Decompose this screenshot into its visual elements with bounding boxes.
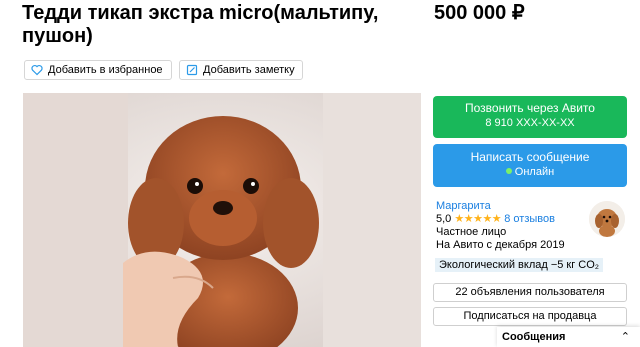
- seller-rating-row: 5,0 ★★★★★ 8 отзывов: [436, 213, 586, 226]
- add-note-label: Добавить заметку: [203, 64, 295, 76]
- eco-contribution-badge[interactable]: Экологический вклад −5 кг CO₂: [435, 258, 604, 272]
- add-to-favorites-button[interactable]: Добавить в избранное: [24, 60, 172, 80]
- star-rating-icon: ★★★★★: [454, 213, 502, 225]
- seller-since: На Авито с декабря 2019: [436, 239, 565, 251]
- user-ads-button[interactable]: 22 объявления пользователя: [433, 283, 627, 302]
- listing-photo[interactable]: [23, 93, 421, 347]
- online-dot-icon: [505, 168, 512, 174]
- add-note-button[interactable]: Добавить заметку: [179, 60, 303, 80]
- write-message-button[interactable]: Написать сообщение Онлайн: [433, 144, 627, 187]
- listing-title: Тедди тикап экстра micro(мальтипу, пушон…: [22, 2, 379, 47]
- online-status: Онлайн: [433, 165, 627, 180]
- seller-rating: 5,0: [436, 213, 452, 225]
- online-label: Онлайн: [514, 166, 555, 178]
- seller-info: Маргарита 5,0 ★★★★★ 8 отзывов Частное ли…: [436, 200, 586, 252]
- subscribe-seller-button[interactable]: Подписаться на продавца: [433, 307, 627, 326]
- chevron-up-icon: ⌃: [620, 331, 630, 343]
- phone-number: 8 910 XXX-XX-XX: [485, 117, 575, 129]
- call-button-label: Позвонить через Авито: [465, 101, 595, 115]
- seller-type: Частное лицо: [436, 226, 507, 238]
- add-to-favorites-label: Добавить в избранное: [48, 64, 163, 76]
- listing-price: 500 000 ₽: [434, 2, 525, 24]
- note-icon: [186, 64, 198, 76]
- messages-panel[interactable]: Сообщения ⌃: [497, 327, 640, 347]
- seller-name-link[interactable]: Маргарита: [436, 200, 586, 213]
- seller-avatar[interactable]: [589, 201, 625, 237]
- call-button[interactable]: Позвонить через Авито 8 910 XXX-XX-XX: [433, 96, 627, 138]
- heart-icon: [31, 64, 43, 76]
- write-message-label: Написать сообщение: [470, 150, 590, 164]
- messages-label: Сообщения: [502, 331, 566, 343]
- reviews-link[interactable]: 8 отзывов: [504, 213, 555, 225]
